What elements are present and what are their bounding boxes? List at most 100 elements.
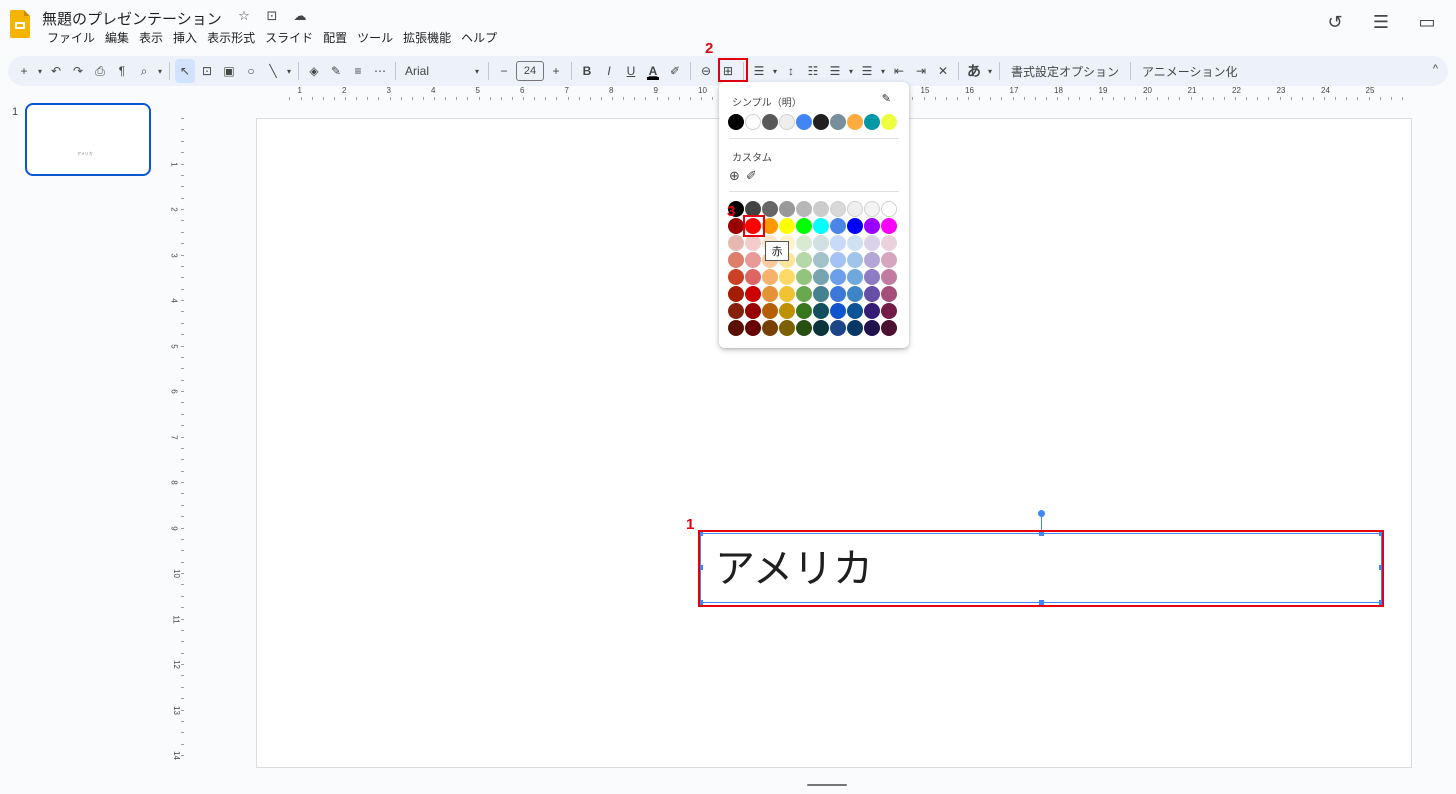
color-swatch[interactable] [864,286,880,302]
menu-insert[interactable]: 挿入 [168,30,202,46]
font-size-input[interactable]: 24 [516,61,544,81]
bold-button[interactable]: B [577,59,597,83]
text-color-button[interactable]: A [643,59,663,83]
font-select[interactable]: Arial ▾ [401,64,483,78]
color-swatch[interactable] [864,303,880,319]
menu-file[interactable]: ファイル [42,30,100,46]
theme-color-swatch[interactable] [762,114,778,130]
color-swatch[interactable] [847,252,863,268]
color-swatch[interactable] [728,252,744,268]
border-dash-icon[interactable]: ⋯ [370,59,390,83]
color-swatch[interactable] [881,303,897,319]
menu-view[interactable]: 表示 [134,30,168,46]
color-swatch[interactable] [864,252,880,268]
color-swatch[interactable] [762,320,778,336]
meet-icon[interactable]: ▭ [1416,12,1438,33]
align-dropdown-icon[interactable]: ▾ [771,59,779,83]
color-swatch[interactable] [779,218,795,234]
color-swatch[interactable] [796,320,812,336]
color-swatch[interactable] [847,269,863,285]
input-tools-dropdown-icon[interactable]: ▾ [986,59,994,83]
color-swatch[interactable] [813,269,829,285]
color-swatch[interactable] [796,269,812,285]
color-swatch[interactable] [830,303,846,319]
border-color-icon[interactable]: ✎ [326,59,346,83]
border-weight-icon[interactable]: ≡ [348,59,368,83]
color-swatch[interactable] [830,201,846,217]
color-swatch[interactable] [830,286,846,302]
link-icon[interactable]: ⊖ [696,59,716,83]
redo-icon[interactable]: ↷ [68,59,88,83]
color-swatch[interactable] [813,286,829,302]
move-folder-icon[interactable]: ⊡ [264,8,280,24]
color-swatch[interactable] [745,252,761,268]
input-tools-button[interactable]: あ [964,59,984,83]
history-icon[interactable]: ↺ [1324,12,1346,33]
theme-color-swatch[interactable] [728,114,744,130]
theme-color-swatch[interactable] [745,114,761,130]
highlight-color-icon[interactable]: ✐ [665,59,685,83]
color-swatch[interactable] [847,303,863,319]
color-swatch[interactable] [779,303,795,319]
fill-color-icon[interactable]: ◈ [304,59,324,83]
image-icon[interactable]: ▣ [219,59,239,83]
format-options-button[interactable]: 書式設定オプション [1005,63,1125,80]
color-swatch[interactable] [813,252,829,268]
color-swatch[interactable] [762,303,778,319]
color-swatch[interactable] [745,235,761,251]
menu-tools[interactable]: ツール [352,30,398,46]
color-swatch[interactable] [728,320,744,336]
color-swatch[interactable] [881,218,897,234]
slides-logo[interactable] [10,10,30,38]
new-slide-icon[interactable]: + [14,59,34,83]
color-swatch[interactable] [796,201,812,217]
color-swatch[interactable] [813,303,829,319]
color-swatch[interactable] [745,286,761,302]
eyedropper-icon[interactable]: ✐ [746,168,757,184]
color-swatch[interactable] [881,252,897,268]
underline-button[interactable]: U [621,59,641,83]
theme-color-swatch[interactable] [779,114,795,130]
clear-formatting-icon[interactable]: ✕ [933,59,953,83]
color-swatch[interactable] [830,252,846,268]
text-box-icon[interactable]: ⊡ [197,59,217,83]
color-swatch[interactable] [864,201,880,217]
color-swatch[interactable] [779,269,795,285]
line-icon[interactable]: ╲ [263,59,283,83]
color-swatch[interactable] [847,286,863,302]
color-swatch[interactable] [847,320,863,336]
line-dropdown-icon[interactable]: ▾ [285,59,293,83]
rotate-handle[interactable] [1038,510,1045,517]
theme-color-swatch[interactable] [864,114,880,130]
color-swatch[interactable] [728,303,744,319]
theme-color-swatch[interactable] [881,114,897,130]
color-swatch[interactable] [881,320,897,336]
bulleted-list-icon[interactable]: ☰ [825,59,845,83]
theme-color-swatch[interactable] [796,114,812,130]
increase-indent-icon[interactable]: ⇥ [911,59,931,83]
color-swatch[interactable] [796,235,812,251]
color-swatch[interactable] [796,218,812,234]
menu-help[interactable]: ヘルプ [456,30,502,46]
checklist-icon[interactable]: ☷ [803,59,823,83]
menu-extensions[interactable]: 拡張機能 [398,30,456,46]
color-swatch[interactable] [881,235,897,251]
collapse-toolbar-icon[interactable]: ^ [1433,63,1438,75]
menu-arrange[interactable]: 配置 [318,30,352,46]
theme-color-swatch[interactable] [830,114,846,130]
numbered-list-icon[interactable]: ☰ [857,59,877,83]
color-swatch[interactable] [728,235,744,251]
color-swatch[interactable] [881,286,897,302]
undo-icon[interactable]: ↶ [46,59,66,83]
document-title[interactable]: 無題のプレゼンテーション [42,8,222,29]
color-swatch[interactable] [864,320,880,336]
line-spacing-icon[interactable]: ↕ [781,59,801,83]
color-swatch[interactable] [745,269,761,285]
color-swatch[interactable] [728,218,744,234]
color-swatch[interactable] [864,235,880,251]
animate-button[interactable]: アニメーション化 [1136,63,1244,80]
color-swatch[interactable] [830,269,846,285]
color-swatch[interactable] [796,286,812,302]
color-swatch[interactable] [796,252,812,268]
color-swatch[interactable] [813,235,829,251]
